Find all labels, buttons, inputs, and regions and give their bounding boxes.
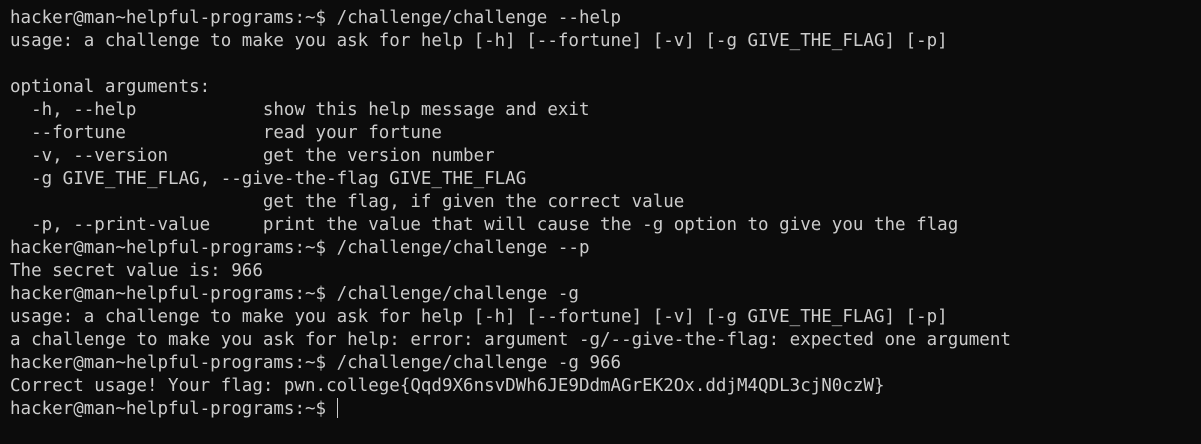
terminal-line: -p, --print-value print the value that w… [10,215,959,235]
terminal-line: hacker@man~helpful-programs:~$ /challeng… [10,8,622,28]
terminal-line: hacker@man~helpful-programs:~$ /challeng… [10,353,622,373]
terminal-line: usage: a challenge to make you ask for h… [10,31,948,51]
terminal-line: optional arguments: [10,77,211,97]
terminal-line: Correct usage! Your flag: pwn.college{Qq… [10,376,885,396]
terminal-prompt: hacker@man~helpful-programs:~$ [10,399,337,419]
terminal-line: a challenge to make you ask for help: er… [10,330,1011,350]
terminal-line: -v, --version get the version number [10,146,495,166]
terminal-line: hacker@man~helpful-programs:~$ /challeng… [10,284,579,304]
terminal-line: The secret value is: 966 [10,261,263,281]
terminal-line: -h, --help show this help message and ex… [10,100,590,120]
text-cursor [336,398,338,418]
terminal-line: get the flag, if given the correct value [10,192,685,212]
terminal-prompt-line[interactable]: hacker@man~helpful-programs:~$ [10,398,1201,421]
terminal-window[interactable]: hacker@man~helpful-programs:~$ /challeng… [0,0,1201,444]
terminal-line: -g GIVE_THE_FLAG, --give-the-flag GIVE_T… [10,169,527,189]
terminal-line: --fortune read your fortune [10,123,442,143]
terminal-line: usage: a challenge to make you ask for h… [10,307,948,327]
terminal-line: hacker@man~helpful-programs:~$ /challeng… [10,238,590,258]
